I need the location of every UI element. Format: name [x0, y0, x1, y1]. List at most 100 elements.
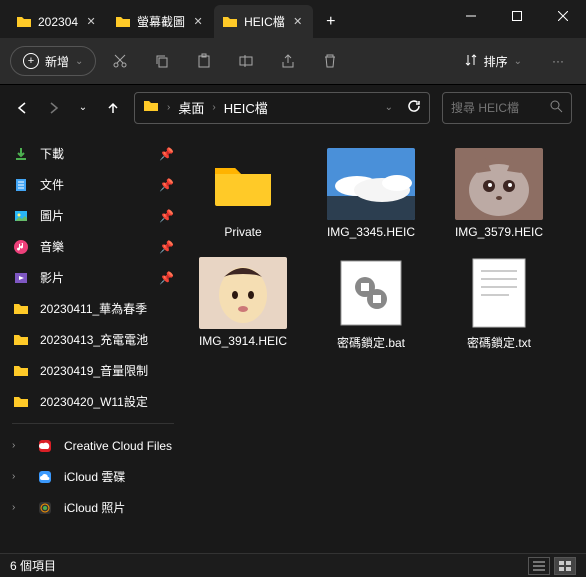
file-item-5[interactable]: 密碼鎖定.txt	[446, 257, 552, 351]
folder-icon	[12, 393, 30, 411]
paste-button[interactable]	[186, 43, 222, 79]
items-grid: Private IMG_3345.HEIC IMG_3579.HEIC IMG_…	[190, 148, 582, 351]
body: 下載 📌 文件 📌 圖片 📌 音樂 📌 影片 📌 20230411_華為春季	[0, 130, 586, 553]
file-item-0[interactable]: Private	[190, 148, 296, 239]
sidebar-item-label: 影片	[40, 269, 64, 286]
up-button[interactable]	[104, 99, 122, 117]
close-icon[interactable]: ✕	[191, 15, 205, 29]
sidebar-item-label: iCloud 照片	[64, 499, 125, 516]
close-icon[interactable]: ✕	[291, 15, 305, 29]
iphoto-icon	[36, 499, 54, 517]
close-icon[interactable]: ✕	[84, 15, 98, 29]
pin-icon: 📌	[159, 209, 174, 223]
new-tab-button[interactable]: +	[314, 5, 348, 38]
plus-icon: +	[23, 53, 39, 69]
pin-icon: 📌	[159, 240, 174, 254]
breadcrumb-seg-1[interactable]: HEIC檔	[224, 98, 268, 117]
folder-icon	[222, 14, 238, 30]
sidebar-drive-0[interactable]: › Creative Cloud Files	[0, 430, 186, 461]
sort-button[interactable]: 排序 ⌄	[452, 46, 534, 76]
thumbnail	[199, 148, 287, 220]
copy-button[interactable]	[144, 43, 180, 79]
sidebar-pinned-3[interactable]: 音樂 📌	[0, 231, 186, 262]
sidebar-pinned-2[interactable]: 圖片 📌	[0, 200, 186, 231]
search-box[interactable]	[442, 92, 572, 124]
content-area[interactable]: Private IMG_3345.HEIC IMG_3579.HEIC IMG_…	[186, 130, 586, 553]
refresh-button[interactable]	[407, 99, 421, 116]
chevron-down-icon: ⌄	[75, 56, 83, 67]
separator	[12, 423, 174, 424]
video-icon	[12, 269, 30, 287]
sidebar-drive-2[interactable]: › iCloud 照片	[0, 492, 186, 523]
chevron-right-icon: ›	[167, 102, 170, 113]
address-bar[interactable]: › 桌面 › HEIC檔 ⌄	[134, 92, 430, 124]
chevron-down-icon[interactable]: ⌄	[385, 102, 393, 113]
folder-icon	[12, 331, 30, 349]
more-button[interactable]: ···	[540, 43, 576, 79]
sidebar-pinned-4[interactable]: 影片 📌	[0, 262, 186, 293]
sidebar: 下載 📌 文件 📌 圖片 📌 音樂 📌 影片 📌 20230411_華為春季	[0, 130, 186, 553]
sidebar-pinned-0[interactable]: 下載 📌	[0, 138, 186, 169]
pin-icon: 📌	[159, 147, 174, 161]
recent-button[interactable]: ⌄	[74, 99, 92, 117]
file-item-1[interactable]: IMG_3345.HEIC	[318, 148, 424, 239]
tab-2[interactable]: HEIC檔 ✕	[214, 5, 313, 38]
folder-icon	[12, 362, 30, 380]
sidebar-drive-1[interactable]: › iCloud 雲碟	[0, 461, 186, 492]
new-button[interactable]: + 新增 ⌄	[10, 46, 96, 76]
details-view-button[interactable]	[528, 557, 550, 575]
thumbnail	[327, 257, 415, 329]
sidebar-item-label: 音樂	[40, 238, 64, 255]
sort-icon	[464, 53, 478, 70]
minimize-button[interactable]	[448, 0, 494, 32]
toolbar: + 新增 ⌄ 排序 ⌄ ···	[0, 38, 586, 84]
doc-icon	[12, 176, 30, 194]
window-controls	[448, 0, 586, 38]
forward-button[interactable]	[44, 99, 62, 117]
sidebar-folder-2[interactable]: 20230419_音量限制	[0, 355, 186, 386]
thumbnails-view-button[interactable]	[554, 557, 576, 575]
download-icon	[12, 145, 30, 163]
back-button[interactable]	[14, 99, 32, 117]
sidebar-item-label: 圖片	[40, 207, 64, 224]
file-item-2[interactable]: IMG_3579.HEIC	[446, 148, 552, 239]
thumbnail	[455, 148, 543, 220]
sort-label: 排序	[484, 53, 508, 70]
folder-icon	[16, 14, 32, 30]
file-label: 密碼鎖定.txt	[467, 334, 531, 351]
search-input[interactable]	[451, 101, 544, 115]
sidebar-item-label: 下載	[40, 145, 64, 162]
pin-icon: 📌	[159, 178, 174, 192]
pic-icon	[12, 207, 30, 225]
sidebar-folder-1[interactable]: 20230413_充電電池	[0, 324, 186, 355]
sidebar-item-label: 文件	[40, 176, 64, 193]
delete-button[interactable]	[312, 43, 348, 79]
thumbnail	[455, 257, 543, 329]
tab-1[interactable]: 螢幕截圖 ✕	[107, 5, 213, 38]
close-window-button[interactable]	[540, 0, 586, 32]
sidebar-item-label: 20230413_充電電池	[40, 331, 148, 348]
tab-0[interactable]: 202304 ✕	[8, 5, 106, 38]
cc-icon	[36, 437, 54, 455]
sidebar-folder-0[interactable]: 20230411_華為春季	[0, 293, 186, 324]
rename-button[interactable]	[228, 43, 264, 79]
breadcrumb-seg-0[interactable]: 桌面	[178, 98, 204, 117]
chevron-right-icon: ›	[12, 440, 26, 451]
cut-button[interactable]	[102, 43, 138, 79]
thumbnail	[327, 148, 415, 220]
file-item-4[interactable]: 密碼鎖定.bat	[318, 257, 424, 351]
sidebar-folder-3[interactable]: 20230420_W11設定	[0, 386, 186, 417]
tab-strip: 202304 ✕ 螢幕截圖 ✕ HEIC檔 ✕ +	[0, 0, 448, 38]
file-label: IMG_3914.HEIC	[199, 334, 287, 348]
nav-bar: ⌄ › 桌面 › HEIC檔 ⌄	[0, 84, 586, 130]
share-button[interactable]	[270, 43, 306, 79]
file-item-3[interactable]: IMG_3914.HEIC	[190, 257, 296, 351]
sidebar-item-label: 20230419_音量限制	[40, 362, 148, 379]
tab-label: 螢幕截圖	[137, 13, 185, 30]
chevron-right-icon: ›	[212, 102, 215, 113]
maximize-button[interactable]	[494, 0, 540, 32]
sidebar-pinned-1[interactable]: 文件 📌	[0, 169, 186, 200]
file-label: Private	[224, 225, 261, 239]
item-count: 6 個項目	[10, 557, 56, 574]
tab-label: HEIC檔	[244, 13, 285, 30]
